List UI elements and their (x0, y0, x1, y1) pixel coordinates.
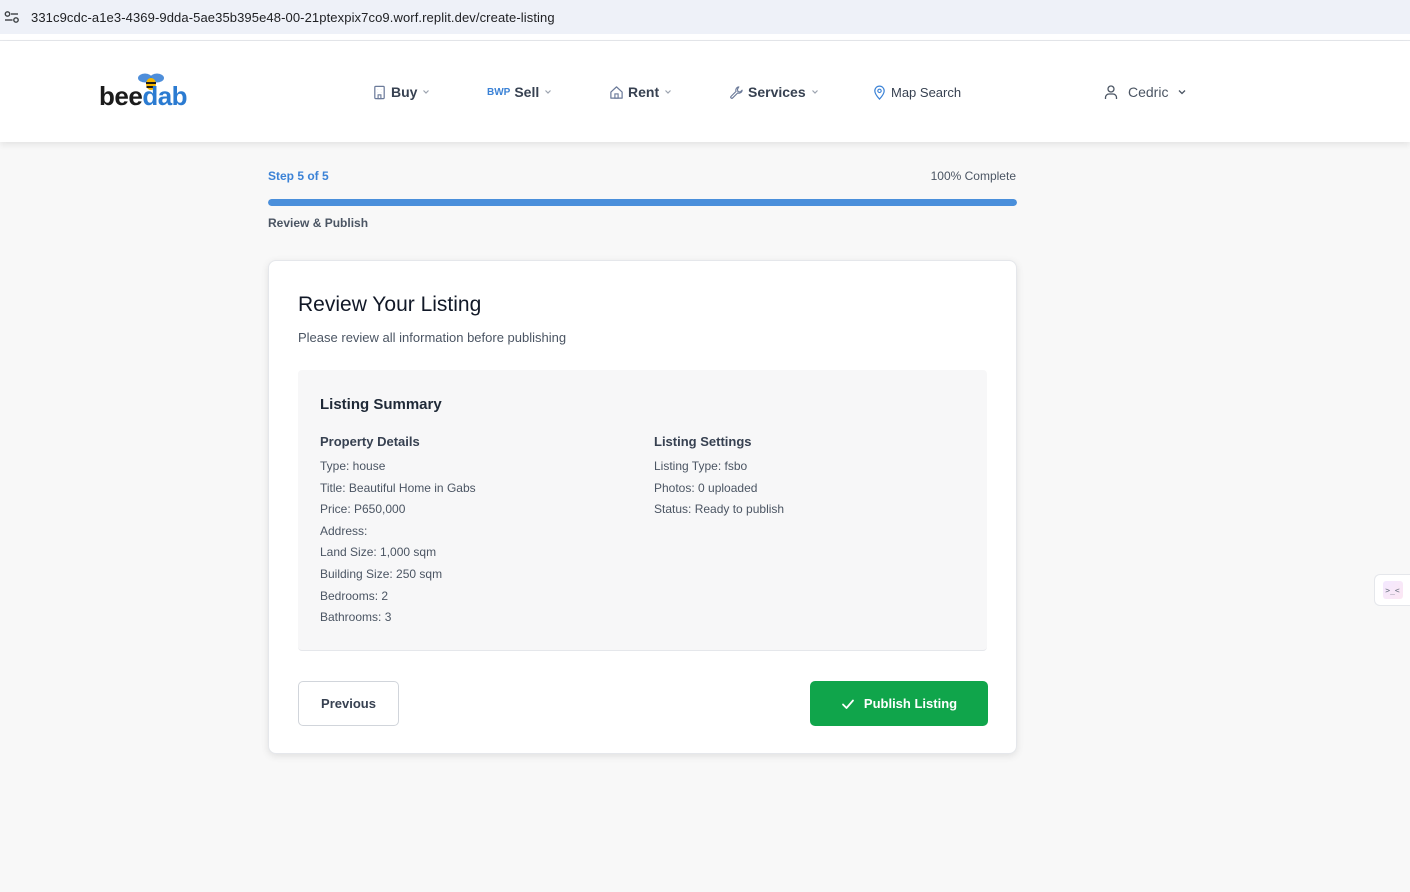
chevron-down-icon (1179, 90, 1186, 95)
setting-line: Listing Type: fsbo (654, 459, 748, 473)
logo-dab-text: dab (142, 81, 188, 111)
browser-address-bar[interactable]: 331c9cdc-a1e3-4369-9dda-5ae35b395e48-00-… (0, 0, 1410, 34)
detail-line: Address: (320, 523, 368, 538)
nav-sell[interactable]: BWP Sell (487, 81, 552, 103)
chevron-down-icon (545, 90, 552, 94)
detail-line: Title: Beautiful Home in Gabs (320, 480, 476, 495)
nav-map-search-label: Map Search (891, 84, 962, 100)
nav-buy[interactable]: Buy (372, 81, 430, 103)
beedab-logo[interactable]: beedab (99, 71, 199, 111)
publish-listing-label: Publish Listing (863, 696, 958, 711)
user-name: Cedric (1128, 84, 1169, 100)
logo-bee-text: bee (99, 81, 143, 111)
listing-settings: Listing Settings Listing Type: fsbo Phot… (654, 434, 784, 523)
check-icon (842, 699, 854, 709)
chevron-down-icon (665, 90, 672, 94)
site-settings-icon[interactable] (4, 10, 20, 24)
summary-title: Listing Summary (320, 396, 442, 413)
nav-buy-label: Buy (391, 84, 418, 100)
progress-percent-label: 100% Complete (930, 169, 1016, 183)
progress-bar (268, 199, 1017, 206)
nav-map-search[interactable]: Map Search (872, 81, 961, 103)
detail-line: Bedrooms: 2 (320, 588, 389, 603)
chevron-down-icon (811, 90, 818, 94)
detail-line: Land Size: 1,000 sqm (320, 545, 437, 560)
nav-services[interactable]: Services (729, 81, 819, 103)
listing-settings-heading: Listing Settings (654, 434, 752, 449)
widget-icon: >_< (1382, 581, 1403, 599)
building-icon (374, 85, 385, 99)
detail-line: Type: house (320, 459, 386, 473)
review-card: Review Your Listing Please review all in… (268, 260, 1017, 754)
home-icon (610, 85, 623, 99)
setting-line: Status: Ready to publish (654, 502, 785, 517)
nav-services-label: Services (748, 84, 806, 100)
card-subtitle: Please review all information before pub… (298, 330, 567, 345)
url-text[interactable]: 331c9cdc-a1e3-4369-9dda-5ae35b395e48-00-… (31, 10, 555, 25)
user-icon (1104, 85, 1118, 99)
browser-divider (0, 34, 1410, 41)
detail-line: Bathrooms: 3 (320, 610, 392, 625)
setting-line: Photos: 0 uploaded (654, 480, 758, 495)
wrench-icon (730, 85, 743, 99)
card-title: Review Your Listing (298, 293, 482, 316)
step-indicator: Step 5 of 5 (268, 169, 329, 183)
progress-bar-fill (268, 199, 1017, 206)
previous-button[interactable]: Previous (298, 681, 399, 726)
property-details: Property Details Type: house Title: Beau… (320, 434, 476, 631)
currency-bwp-icon: BWP (487, 86, 511, 98)
user-menu[interactable]: Cedric (1103, 81, 1187, 103)
detail-line: Price: P650,000 (320, 502, 406, 517)
nav-rent-label: Rent (628, 84, 660, 100)
site-header: beedab Buy BWP Sell Rent Services Map Se… (0, 41, 1410, 142)
detail-line: Building Size: 250 sqm (320, 566, 443, 581)
map-pin-icon (874, 85, 885, 100)
chevron-down-icon (423, 90, 430, 94)
nav-rent[interactable]: Rent (609, 81, 672, 103)
listing-summary: Listing Summary Property Details Type: h… (298, 370, 987, 651)
side-widget-tab[interactable]: >_< (1374, 574, 1410, 606)
publish-listing-button[interactable]: Publish Listing (810, 681, 988, 726)
property-details-heading: Property Details (320, 434, 420, 449)
step-name: Review & Publish (268, 216, 369, 230)
nav-sell-label: Sell (514, 84, 540, 100)
